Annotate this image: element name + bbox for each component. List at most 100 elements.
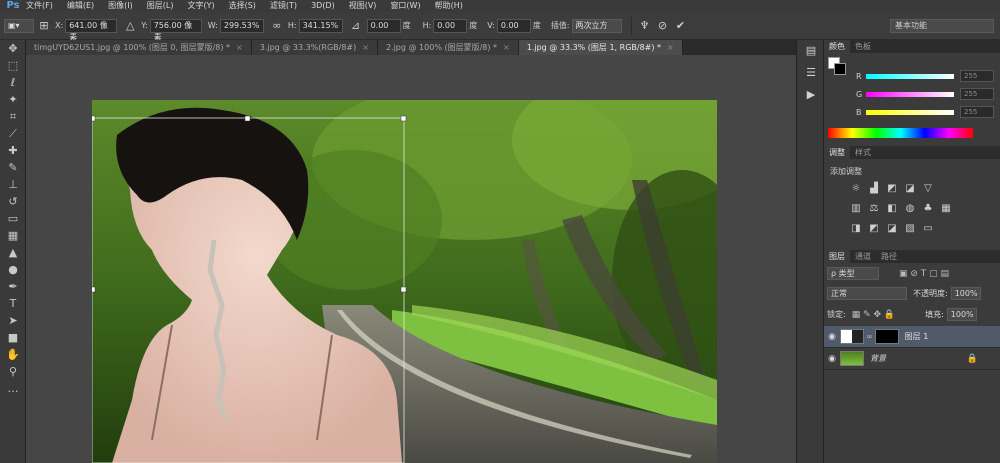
menu-help[interactable]: 帮助(H) [435,0,463,12]
menu-edit[interactable]: 编辑(E) [67,0,94,12]
angle-input[interactable]: 0.00 [366,18,401,33]
selective-color-icon[interactable]: ▧ [902,222,918,236]
dodge-tool-icon[interactable]: ● [0,261,26,278]
lasso-tool-icon[interactable]: ℓ [0,74,26,91]
move-tool-icon[interactable]: ✥ [0,40,26,57]
vibrance-icon[interactable]: ▽ [920,182,936,196]
menu-view[interactable]: 视图(V) [349,0,377,12]
menu-3d[interactable]: 3D(D) [311,0,335,12]
tab-1jpg[interactable]: 1.jpg @ 33.3% (图层 1, RGB/8#) * × [518,40,683,55]
menu-file[interactable]: 文件(F) [26,0,53,12]
tool-preset-picker[interactable]: ▣▾ [4,18,34,33]
hand-tool-icon[interactable]: ✋ [0,346,26,363]
link-icon[interactable]: ∞ [270,19,284,33]
type-tool-icon[interactable]: T [0,295,26,312]
layer-row-1[interactable]: ◉ ∞ 图层 1 [824,326,1000,348]
x-input[interactable]: 641.00 像素 [65,18,118,42]
gradient-tool-icon[interactable]: ▦ [0,227,26,244]
menu-window[interactable]: 窗口(W) [390,0,420,12]
history-icon[interactable]: ▤ [797,40,825,62]
green-value[interactable]: 255 [960,88,994,100]
healing-brush-tool-icon[interactable]: ✚ [0,142,26,159]
history-brush-tool-icon[interactable]: ↺ [0,193,26,210]
invert-icon[interactable]: ◨ [848,222,864,236]
w-input[interactable]: 299.53% [219,18,264,33]
blend-mode-select[interactable]: 正常 [827,287,907,300]
relative-position-icon[interactable]: △ [123,19,137,33]
menu-type[interactable]: 文字(Y) [187,0,214,12]
tab-channels[interactable]: 通道 [850,250,876,263]
filter-icons[interactable]: ▣ ⊘ T ▢ ▤ [899,269,949,279]
layer-name[interactable]: 图层 1 [905,331,929,342]
clone-stamp-tool-icon[interactable]: ⊥ [0,176,26,193]
more-tools-icon[interactable]: … [0,380,26,397]
eraser-tool-icon[interactable]: ▭ [0,210,26,227]
menu-filter[interactable]: 滤镜(T) [270,0,297,12]
red-slider[interactable] [866,74,954,79]
y-input[interactable]: 756.00 像素 [149,18,202,42]
eyedropper-tool-icon[interactable]: ⟋ [0,125,26,142]
properties-icon[interactable]: ☰ [797,62,825,84]
color-spectrum-bar[interactable] [828,128,973,138]
gradient-map-icon[interactable]: ▭ [920,222,936,236]
close-icon[interactable]: × [503,43,510,52]
color-lookup-icon[interactable]: ▦ [938,202,954,216]
tab-layers[interactable]: 图层 [824,250,850,263]
photo-filter-icon[interactable]: ◍ [902,202,918,216]
color-balance-icon[interactable]: ⚖ [866,202,882,216]
green-slider[interactable] [866,92,954,97]
zoom-tool-icon[interactable]: ⚲ [0,363,26,380]
menu-layer[interactable]: 图层(L) [147,0,174,12]
path-selection-tool-icon[interactable]: ➤ [0,312,26,329]
h-input[interactable]: 341.15% [298,18,343,33]
reference-point-icon[interactable]: ⊞ [37,19,51,33]
blur-tool-icon[interactable]: ▲ [0,244,26,261]
background-color-swatch[interactable] [834,63,846,75]
layer-row-background[interactable]: ◉ 背景 🔒 [824,348,1000,370]
hskew-input[interactable]: 0.00 [433,18,468,33]
tab-paths[interactable]: 路径 [876,250,902,263]
threshold-icon[interactable]: ◪ [884,222,900,236]
levels-icon[interactable]: ▟ [866,182,882,196]
marquee-tool-icon[interactable]: ⬚ [0,57,26,74]
eye-icon[interactable]: ◉ [824,354,840,364]
fill-input[interactable]: 100% [946,308,977,321]
hue-saturation-icon[interactable]: ▥ [848,202,864,216]
tab-adjustments[interactable]: 调整 [824,146,850,159]
close-icon[interactable]: × [362,43,369,52]
tab-3jpg[interactable]: 3.jpg @ 33.3%(RGB/8#) × [251,40,378,55]
blue-slider[interactable] [866,110,954,115]
crop-tool-icon[interactable]: ⌗ [0,108,26,125]
layer-name[interactable]: 背景 [870,353,886,364]
menu-select[interactable]: 选择(S) [229,0,256,12]
eye-icon[interactable]: ◉ [824,332,840,342]
close-icon[interactable]: × [667,43,674,52]
cancel-icon[interactable]: ⊘ [656,19,670,33]
exposure-icon[interactable]: ◪ [902,182,918,196]
commit-icon[interactable]: ✔ [674,19,688,33]
document-canvas[interactable] [92,100,717,463]
actions-icon[interactable]: ▶ [797,84,825,106]
channel-mixer-icon[interactable]: ♣ [920,202,936,216]
tab-timg[interactable]: timgUYD62US1.jpg @ 100% (图层 0, 图层蒙版/8) *… [26,40,252,55]
tab-2jpg[interactable]: 2.jpg @ 100% (图层蒙版/8) * × [377,40,519,55]
brush-tool-icon[interactable]: ✎ [0,159,26,176]
close-icon[interactable]: × [236,43,243,52]
vskew-input[interactable]: 0.00 [496,18,531,33]
layer-mask-thumbnail[interactable] [874,329,899,344]
posterize-icon[interactable]: ◩ [866,222,882,236]
red-value[interactable]: 255 [960,70,994,82]
lock-icons[interactable]: ▦ ✎ ✥ 🔒 [852,310,895,320]
tab-swatches[interactable]: 色板 [850,40,876,53]
shape-tool-icon[interactable]: ■ [0,329,26,346]
interpolation-select[interactable]: 两次立方 [571,18,622,33]
blue-value[interactable]: 255 [960,106,994,118]
brightness-icon[interactable]: ☼ [848,182,864,196]
menu-image[interactable]: 图像(I) [108,0,133,12]
pen-tool-icon[interactable]: ✒ [0,278,26,295]
chain-icon[interactable]: ∞ [866,332,873,341]
tab-color[interactable]: 颜色 [824,40,850,53]
magic-wand-tool-icon[interactable]: ✦ [0,91,26,108]
layer-filter-select[interactable]: ρ 类型 [827,267,879,280]
tab-styles[interactable]: 样式 [850,146,876,159]
